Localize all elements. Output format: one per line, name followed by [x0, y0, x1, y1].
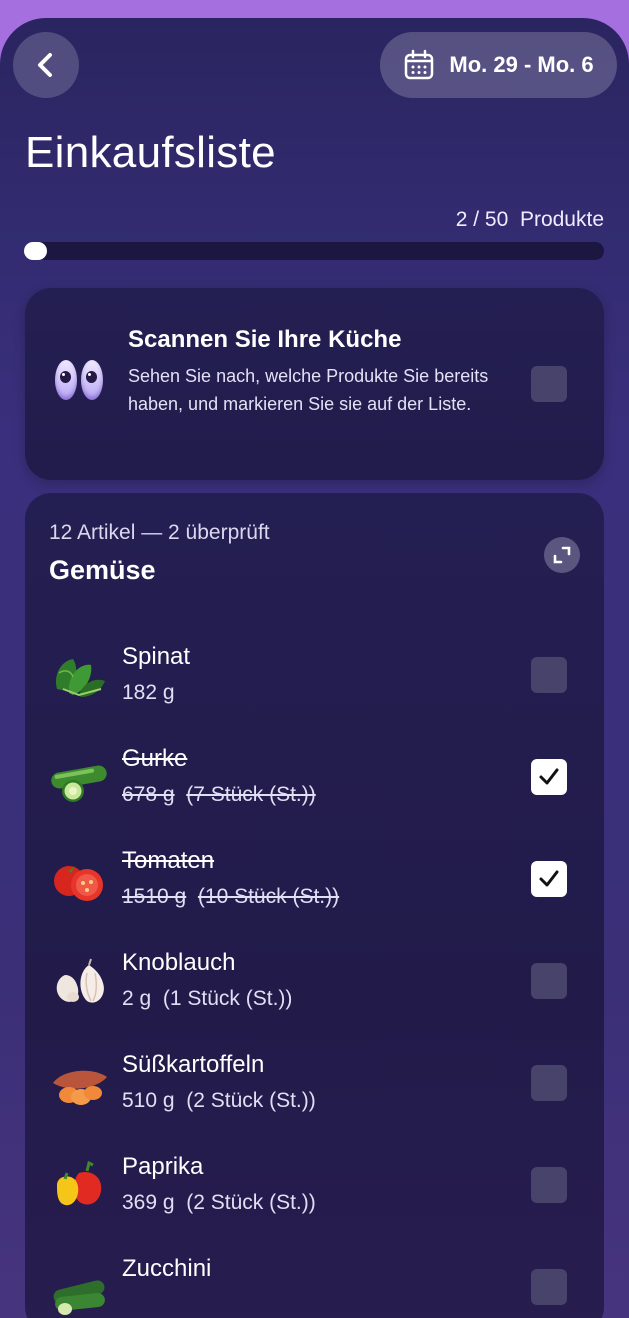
item-name: Tomaten: [122, 847, 215, 874]
item-name: Süßkartoffeln: [122, 1051, 265, 1078]
expand-icon: [553, 546, 571, 564]
progress-bar: [24, 242, 604, 260]
scan-kitchen-card[interactable]: Scannen Sie Ihre Küche Sehen Sie nach, w…: [25, 288, 604, 480]
item-checkbox[interactable]: [531, 1167, 567, 1203]
checkmark-icon: [539, 768, 559, 785]
scan-card-checkbox[interactable]: [531, 366, 567, 402]
bell-pepper-icon: [57, 1160, 102, 1206]
chevron-left-icon: [38, 53, 52, 77]
scan-card-description: Sehen Sie nach, welche Produkte Sie bere…: [128, 366, 489, 414]
category-title: Gemüse: [49, 555, 156, 585]
scan-card-title: Scannen Sie Ihre Küche: [128, 326, 402, 353]
progress-label: 2 / 50 Produkte: [455, 208, 604, 231]
page-title: Einkaufsliste: [25, 128, 276, 177]
expand-button[interactable]: [544, 537, 580, 573]
item-quantity: 1510 g (10 Stück (St.)): [122, 885, 340, 908]
eyes-icon: [55, 360, 103, 400]
list-item[interactable]: Paprika 369 g (2 Stück (St.)): [25, 1153, 604, 1253]
item-checkbox[interactable]: [531, 963, 567, 999]
item-checkbox[interactable]: [531, 1269, 567, 1305]
item-name: Spinat: [122, 643, 191, 670]
item-name: Knoblauch: [122, 949, 236, 976]
tomato-icon: [54, 866, 103, 901]
category-meta: 12 Artikel — 2 überprüft: [49, 521, 270, 544]
item-quantity: 369 g (2 Stück (St.)): [122, 1191, 316, 1214]
list-item[interactable]: Zucchini: [25, 1255, 604, 1318]
item-quantity: 2 g (1 Stück (St.)): [122, 987, 293, 1010]
item-quantity: 678 g (7 Stück (St.)): [122, 783, 316, 806]
app-screen: Mo. 29 - Mo. 6 Einkaufsliste 2 / 50 Prod…: [0, 18, 629, 1318]
category-card-vegetables: 12 Artikel — 2 überprüft Gemüse Spinat 1…: [25, 493, 604, 1318]
garlic-icon: [56, 958, 104, 1003]
item-checkbox[interactable]: [531, 657, 567, 693]
item-name: Gurke: [122, 745, 188, 772]
item-checkbox[interactable]: [531, 759, 567, 795]
calendar-icon: [405, 49, 434, 80]
item-name: Paprika: [122, 1153, 204, 1180]
spinach-icon: [55, 659, 105, 697]
list-item[interactable]: Tomaten 1510 g (10 Stück (St.)): [25, 847, 604, 947]
list-item[interactable]: Knoblauch 2 g (1 Stück (St.)): [25, 949, 604, 1049]
date-range-button[interactable]: Mo. 29 - Mo. 6: [380, 32, 617, 98]
date-range-label: Mo. 29 - Mo. 6: [449, 52, 594, 77]
item-name: Zucchini: [122, 1255, 212, 1282]
list-item[interactable]: Süßkartoffeln 510 g (2 Stück (St.)): [25, 1051, 604, 1151]
list-item[interactable]: Spinat 182 g: [25, 643, 604, 743]
item-quantity: 182 g: [122, 681, 175, 704]
cucumber-icon: [51, 765, 107, 802]
list-item[interactable]: Gurke 678 g (7 Stück (St.)): [25, 745, 604, 845]
progress-fill: [24, 242, 48, 260]
checkmark-icon: [539, 870, 559, 887]
item-quantity: 510 g (2 Stück (St.)): [122, 1089, 316, 1112]
back-button[interactable]: [13, 32, 79, 98]
item-checkbox[interactable]: [531, 1065, 567, 1101]
item-checkbox[interactable]: [531, 861, 567, 897]
zucchini-icon: [53, 1280, 105, 1315]
sweet-potato-icon: [53, 1070, 107, 1105]
